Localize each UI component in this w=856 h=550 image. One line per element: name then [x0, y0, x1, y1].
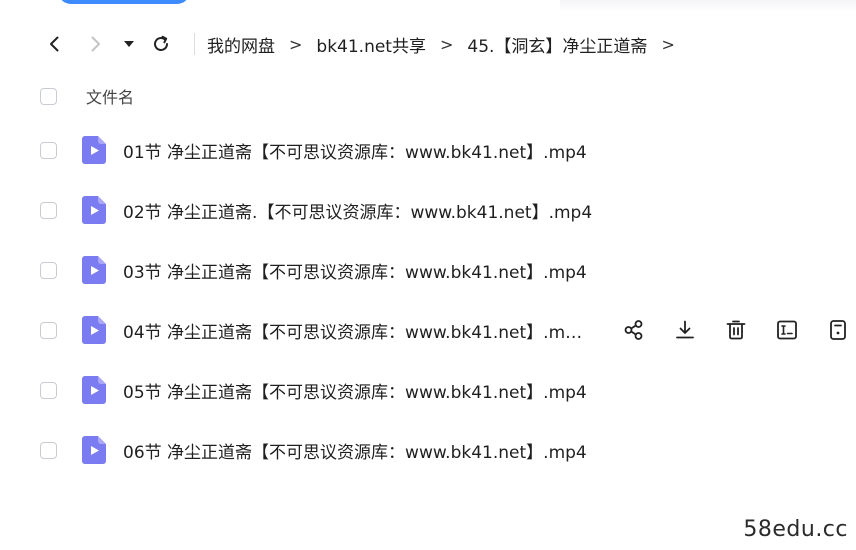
file-row[interactable]: 01节 净尘正道斋【不可思议资源库：www.bk41.net】.mp4: [40, 128, 856, 172]
file-name[interactable]: 02节 净尘正道斋.【不可思议资源库：www.bk41.net】.mp4: [123, 198, 592, 223]
more-button[interactable]: [822, 314, 854, 346]
file-row-hovered[interactable]: 04节 净尘正道斋【不可思议资源库：www.bk41.net】.mp4: [40, 308, 856, 352]
row-checkbox[interactable]: [40, 141, 57, 159]
top-action-button[interactable]: [58, 0, 190, 4]
top-bar-shadow: [560, 0, 856, 12]
file-name[interactable]: 01节 净尘正道斋【不可思议资源库：www.bk41.net】.mp4: [123, 138, 587, 163]
file-browser-page: 我的网盘 > bk41.net共享 > 45.【洞玄】净尘正道斋 > 文件名 0…: [0, 0, 856, 550]
list-header: 文件名: [40, 78, 134, 114]
file-name[interactable]: 03节 净尘正道斋【不可思议资源库：www.bk41.net】.mp4: [123, 258, 587, 283]
arrow-left-icon: [50, 36, 59, 52]
watermark: 58edu.cc: [743, 517, 848, 542]
breadcrumb-separator: >: [289, 34, 303, 54]
row-checkbox[interactable]: [40, 261, 57, 279]
forward-button[interactable]: [80, 29, 110, 59]
arrow-right-icon: [91, 36, 100, 52]
file-name[interactable]: 06节 净尘正道斋【不可思议资源库：www.bk41.net】.mp4: [123, 438, 587, 463]
video-file-icon: [82, 316, 106, 344]
share-button[interactable]: [618, 314, 650, 346]
back-button[interactable]: [40, 29, 70, 59]
download-button[interactable]: [669, 314, 701, 346]
breadcrumb-separator: >: [661, 34, 675, 54]
select-all-checkbox[interactable]: [40, 87, 57, 105]
breadcrumb-separator: >: [439, 34, 454, 54]
download-icon: [676, 320, 694, 339]
file-row[interactable]: 03节 净尘正道斋【不可思议资源库：www.bk41.net】.mp4: [40, 248, 856, 292]
video-file-icon: [82, 376, 106, 404]
delete-icon: [726, 320, 746, 340]
file-name[interactable]: 05节 净尘正道斋【不可思议资源库：www.bk41.net】.mp4: [123, 378, 587, 403]
share-icon: [624, 320, 643, 340]
breadcrumb: 我的网盘 > bk41.net共享 > 45.【洞玄】净尘正道斋 >: [207, 32, 689, 57]
video-file-icon: [82, 136, 106, 164]
video-file-icon: [82, 436, 106, 464]
row-checkbox[interactable]: [40, 321, 57, 339]
file-name[interactable]: 04节 净尘正道斋【不可思议资源库：www.bk41.net】.mp4: [123, 318, 583, 343]
more-icon: [830, 320, 846, 340]
refresh-icon: [154, 35, 168, 51]
delete-button[interactable]: [720, 314, 752, 346]
column-header-filename[interactable]: 文件名: [86, 84, 134, 108]
caret-down-icon: [124, 41, 134, 47]
row-checkbox[interactable]: [40, 381, 57, 399]
breadcrumb-item-current[interactable]: 45.【洞玄】净尘正道斋: [467, 32, 647, 57]
row-checkbox[interactable]: [40, 201, 57, 219]
refresh-button[interactable]: [146, 29, 176, 59]
file-row[interactable]: 02节 净尘正道斋.【不可思议资源库：www.bk41.net】.mp4: [40, 188, 856, 232]
history-dropdown-button[interactable]: [120, 29, 138, 59]
rename-icon: [777, 320, 797, 340]
file-row[interactable]: 05节 净尘正道斋【不可思议资源库：www.bk41.net】.mp4: [40, 368, 856, 412]
breadcrumb-item-root[interactable]: 我的网盘: [207, 32, 275, 57]
file-row[interactable]: 06节 净尘正道斋【不可思议资源库：www.bk41.net】.mp4: [40, 428, 856, 472]
toolbar-divider: [194, 33, 195, 55]
video-file-icon: [82, 196, 106, 224]
row-checkbox[interactable]: [40, 441, 57, 459]
video-file-icon: [82, 256, 106, 284]
navigation-toolbar: 我的网盘 > bk41.net共享 > 45.【洞玄】净尘正道斋 >: [40, 26, 689, 62]
breadcrumb-item-share[interactable]: bk41.net共享: [316, 32, 426, 57]
rename-button[interactable]: [771, 314, 803, 346]
row-action-bar: [618, 308, 856, 352]
